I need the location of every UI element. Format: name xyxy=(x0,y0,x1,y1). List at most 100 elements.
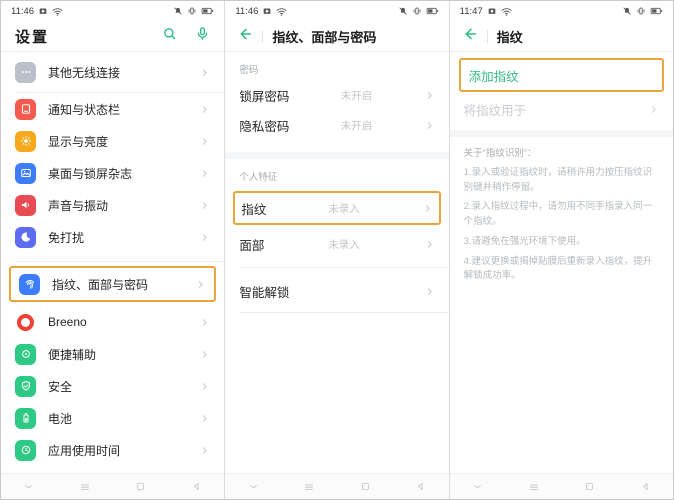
settings-item-sound-vibration[interactable]: 声音与振动 xyxy=(1,189,224,221)
chevron-right-icon xyxy=(424,120,435,131)
status-bar: 11:46 xyxy=(225,1,448,21)
mute-icon xyxy=(622,6,632,16)
item-label: 其他无线连接 xyxy=(48,65,121,80)
back-nav-icon[interactable] xyxy=(415,481,426,492)
fingerprint-help-section: 关于“指纹识别”： 1.录入或验证指纹时，请稍许用力按压指纹识别键并稍作停留。 … xyxy=(450,137,673,289)
hide-navbar-icon[interactable] xyxy=(472,481,483,492)
recents-icon[interactable] xyxy=(360,481,371,492)
settings-item-display[interactable]: 显示与亮度 xyxy=(1,125,224,157)
mute-icon xyxy=(398,6,408,16)
wifi-icon xyxy=(501,6,512,17)
header-divider xyxy=(486,29,488,43)
row-label: 将指纹用于 xyxy=(463,103,527,118)
status-time: 11:47 xyxy=(459,5,483,17)
back-nav-icon[interactable] xyxy=(640,481,651,492)
row-value: 未录入 xyxy=(328,202,360,215)
section-label-personal: 个人特征 xyxy=(239,172,278,183)
settings-item-app-usage-time[interactable]: 应用使用时间 xyxy=(1,434,224,466)
back-icon[interactable] xyxy=(237,26,253,47)
back-icon[interactable] xyxy=(462,26,478,47)
fingerprint-icon xyxy=(19,273,40,295)
row-label: 面部 xyxy=(239,238,265,253)
menu-icon[interactable] xyxy=(303,481,315,493)
highlight-box-add-fingerprint: 添加指纹 xyxy=(458,58,664,92)
chevron-right-icon xyxy=(199,445,210,456)
help-tip-1: 1.录入或验证指纹时，请稍许用力按压指纹识别键并稍作停留。 xyxy=(463,167,653,193)
clock-icon xyxy=(15,439,36,461)
settings-title-bar: 设置 xyxy=(1,21,224,51)
status-time: 11:46 xyxy=(235,5,259,17)
notification-icon xyxy=(15,98,36,120)
item-label: Breeno xyxy=(48,315,87,329)
header-divider xyxy=(262,29,264,43)
back-nav-icon[interactable] xyxy=(191,481,202,492)
battery-icon xyxy=(15,407,36,429)
chevron-right-icon xyxy=(199,413,210,424)
row-label: 隐私密码 xyxy=(239,119,290,134)
mute-icon xyxy=(173,6,183,16)
status-bar: 11:46 xyxy=(1,1,224,21)
chevron-right-icon xyxy=(648,104,659,115)
item-label: 指纹、面部与密码 xyxy=(52,277,149,292)
recents-icon[interactable] xyxy=(135,481,146,492)
page-header: 指纹、面部与密码 xyxy=(225,21,448,51)
row-smart-unlock[interactable]: 智能解锁 xyxy=(225,276,448,306)
menu-icon[interactable] xyxy=(79,481,91,493)
row-value: 未开启 xyxy=(340,119,373,132)
moon-icon xyxy=(15,226,36,248)
chevron-right-icon xyxy=(422,203,433,214)
settings-item-battery[interactable]: 电池 xyxy=(1,402,224,434)
chevron-right-icon xyxy=(199,349,210,360)
help-tip-4: 4.建议更换或揭掉贴膜后重新录入指纹，提升解锁成功率。 xyxy=(463,255,653,282)
add-fingerprint-button[interactable]: 添加指纹 xyxy=(469,66,519,85)
item-label: 桌面与锁屏杂志 xyxy=(48,166,133,181)
item-label: 安全 xyxy=(48,379,73,394)
recents-icon[interactable] xyxy=(584,481,595,492)
divider xyxy=(15,261,225,262)
item-label: 应用使用时间 xyxy=(48,443,121,458)
settings-item-do-not-disturb[interactable]: 免打扰 xyxy=(1,221,224,253)
page-header: 指纹 xyxy=(450,21,673,51)
settings-item-fingerprint-face-password[interactable]: 指纹、面部与密码 xyxy=(11,268,214,300)
hide-navbar-icon[interactable] xyxy=(23,481,34,492)
settings-item-convenience-aid[interactable]: 便捷辅助 xyxy=(1,338,224,370)
row-lockscreen-password[interactable]: 锁屏密码 未开启 xyxy=(225,80,448,110)
settings-item-security[interactable]: 安全 xyxy=(1,370,224,402)
chevron-right-icon xyxy=(199,317,210,328)
chevron-right-icon xyxy=(199,67,210,78)
chevron-right-icon xyxy=(199,381,210,392)
page-title: 指纹 xyxy=(496,29,523,45)
row-fingerprint[interactable]: 指纹 未录入 xyxy=(235,193,438,223)
settings-item-notifications[interactable]: 通知与状态栏 xyxy=(1,93,224,125)
ellipsis-icon xyxy=(15,61,36,83)
menu-icon[interactable] xyxy=(528,481,540,493)
item-label: 显示与亮度 xyxy=(48,134,109,149)
navigation-bar xyxy=(1,473,225,499)
sun-icon xyxy=(15,130,36,152)
chevron-right-icon xyxy=(199,200,210,211)
row-use-fingerprint-for[interactable]: 将指纹用于 xyxy=(450,94,673,124)
settings-item-wallpaper-magazine[interactable]: 桌面与锁屏杂志 xyxy=(1,157,224,189)
row-privacy-password[interactable]: 隐私密码 未开启 xyxy=(225,110,448,140)
row-face[interactable]: 面部 未录入 xyxy=(225,229,448,259)
page-title: 指纹、面部与密码 xyxy=(272,29,377,45)
page-title: 设置 xyxy=(15,28,50,46)
screen-fingerprint: 11:47 指纹 添加指纹 将指纹用于 关于“指纹识别”： 1.录入或验证指纹时… xyxy=(448,1,673,499)
screenshot-canvas: 11:46 设置 其他无线连接 通知与状态栏 显示与亮度 桌面与锁屏杂志 声音与… xyxy=(0,0,674,500)
picture-icon xyxy=(15,162,36,184)
item-label: 便捷辅助 xyxy=(48,347,97,362)
settings-item-breeno[interactable]: Breeno xyxy=(1,306,224,338)
chevron-right-icon xyxy=(199,136,210,147)
battery-status-icon xyxy=(650,6,663,16)
chevron-right-icon xyxy=(424,286,435,297)
breeno-ring-icon xyxy=(17,313,34,331)
divider xyxy=(239,312,449,313)
battery-status-icon xyxy=(426,6,439,16)
section-label-password: 密码 xyxy=(239,65,259,76)
microphone-icon[interactable] xyxy=(195,26,210,46)
hide-navbar-icon[interactable] xyxy=(248,481,259,492)
settings-item-other-wireless[interactable]: 其他无线连接 xyxy=(1,52,224,92)
status-time: 11:46 xyxy=(11,5,35,17)
search-icon[interactable] xyxy=(162,26,177,46)
item-label: 声音与振动 xyxy=(48,198,109,213)
